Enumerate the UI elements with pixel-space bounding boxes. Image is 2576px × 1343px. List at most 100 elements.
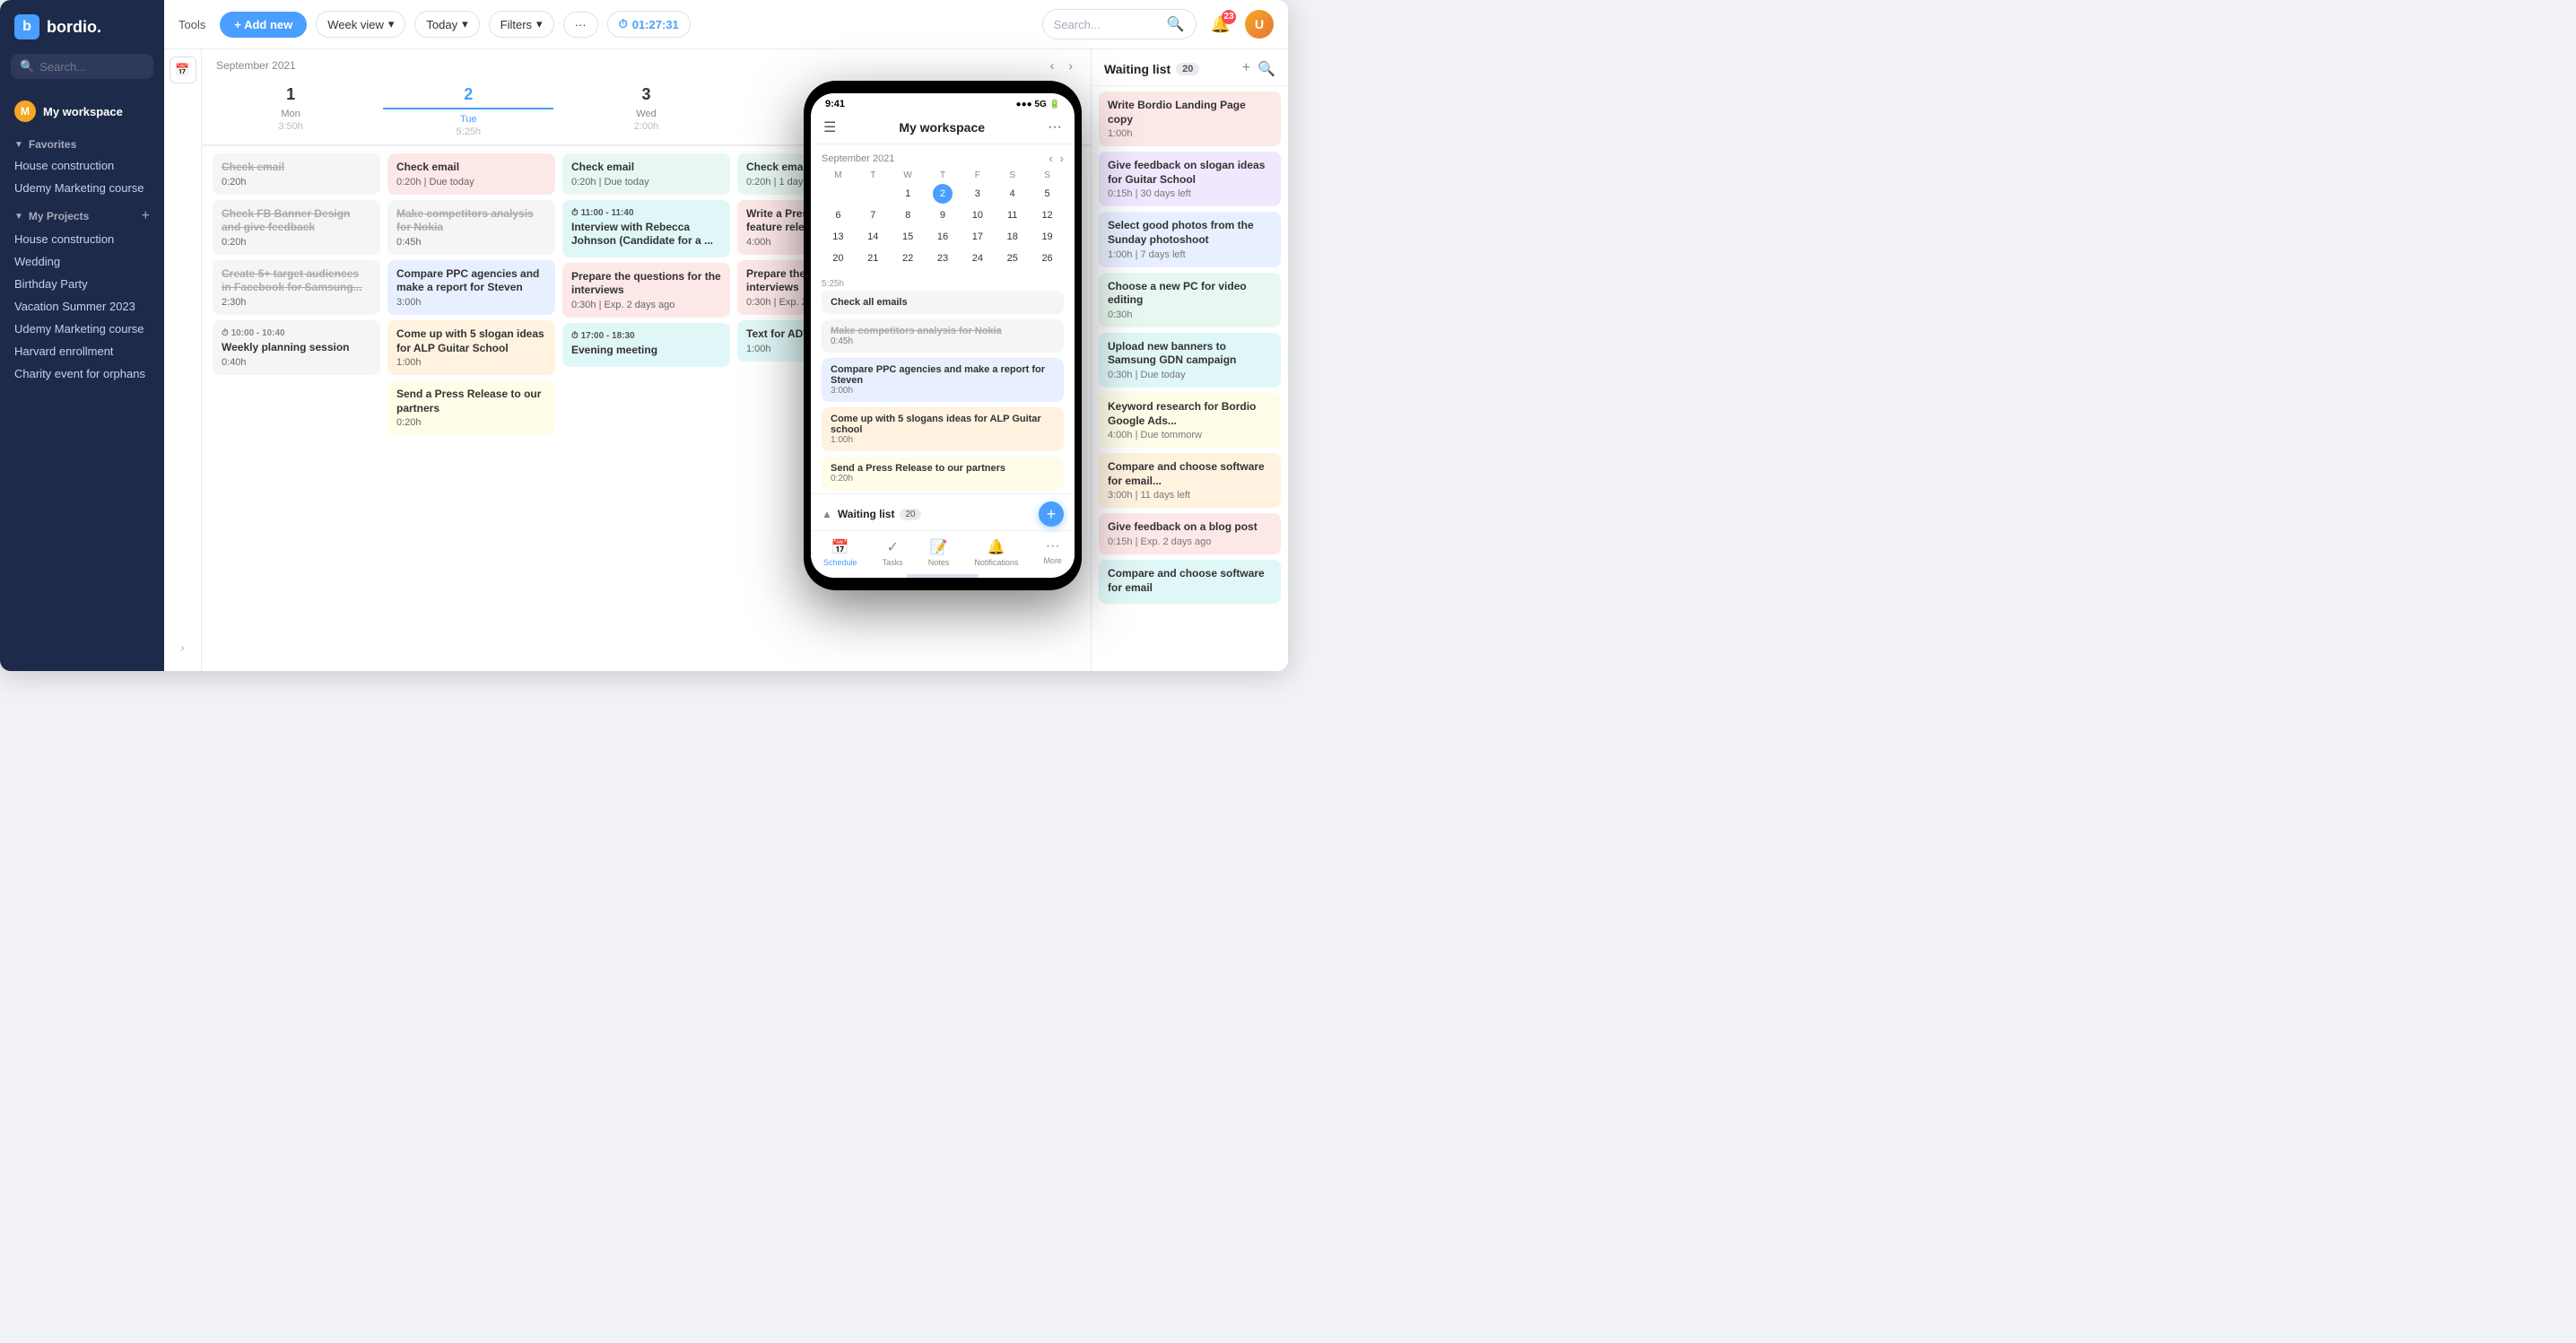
cal-cell[interactable]: 24	[968, 249, 988, 268]
cal-cell[interactable]: 3	[968, 184, 988, 204]
cal-cell[interactable]: 4	[1003, 184, 1023, 204]
hamburger-icon[interactable]: ☰	[823, 118, 836, 136]
sidebar-item-udemy-2[interactable]: Udemy Marketing course	[0, 318, 164, 340]
sidebar-item-charity[interactable]: Charity event for orphans	[0, 362, 164, 385]
phone-nav-schedule[interactable]: 📅 Schedule	[823, 538, 857, 567]
cal-cell[interactable]: 13	[828, 227, 848, 247]
calendar-icon[interactable]: 📅	[170, 57, 196, 83]
event-card[interactable]: Check email 0:20h	[213, 153, 380, 195]
cal-cell[interactable]: 21	[863, 249, 883, 268]
phone-event-time: 1:00h	[831, 435, 1055, 445]
list-item[interactable]: Compare and choose software for email...…	[1099, 453, 1281, 508]
event-card[interactable]: Check email 0:20h | Due today	[387, 153, 555, 195]
add-waiting-button[interactable]: +	[1242, 60, 1250, 78]
cal-cell[interactable]: 1	[898, 184, 918, 204]
sidebar-item-vacation[interactable]: Vacation Summer 2023	[0, 295, 164, 318]
list-item[interactable]: Choose a new PC for video editing 0:30h	[1099, 273, 1281, 327]
phone-nav-more[interactable]: ··· More	[1043, 538, 1062, 567]
user-avatar[interactable]: U	[1245, 10, 1274, 39]
my-projects-section[interactable]: ▼ My Projects +	[0, 199, 164, 228]
event-card[interactable]: Send a Press Release to our partners 0:2…	[387, 380, 555, 435]
add-new-button[interactable]: + Add new	[220, 12, 307, 38]
cal-cell[interactable]: 23	[933, 249, 953, 268]
phone-cal-prev[interactable]: ‹	[1049, 152, 1052, 165]
cal-cell[interactable]: 22	[898, 249, 918, 268]
sidebar-item-udemy-marketing[interactable]: Udemy Marketing course	[0, 177, 164, 199]
more-button[interactable]: ···	[563, 12, 598, 38]
list-item[interactable]: Keyword research for Bordio Google Ads..…	[1099, 393, 1281, 448]
phone-fab-button[interactable]: +	[1039, 501, 1064, 527]
event-card[interactable]: Come up with 5 slogan ideas for ALP Guit…	[387, 320, 555, 375]
event-card[interactable]: Make competitors analysis for Nokia 0:45…	[387, 200, 555, 255]
favorites-section[interactable]: ▼ Favorites	[0, 129, 164, 154]
sidebar-item-house-construction-2[interactable]: House construction	[0, 228, 164, 250]
list-item[interactable]: Upload new banners to Samsung GDN campai…	[1099, 333, 1281, 388]
event-card[interactable]: ⏱ 11:00 - 11:40 Interview with Rebecca J…	[562, 200, 730, 257]
search-input[interactable]	[1054, 18, 1162, 31]
cal-cell[interactable]	[828, 184, 848, 204]
cal-cell[interactable]: 5	[1038, 184, 1057, 204]
today-button[interactable]: Today ▾	[414, 11, 479, 38]
phone-event[interactable]: Make competitors analysis for Nokia 0:45…	[822, 319, 1064, 353]
list-item[interactable]: Give feedback on slogan ideas for Guitar…	[1099, 152, 1281, 206]
list-item[interactable]: Give feedback on a blog post 0:15h | Exp…	[1099, 513, 1281, 554]
event-title: ⏱ 17:00 - 18:30	[571, 330, 721, 342]
filters-button[interactable]: Filters ▾	[489, 11, 554, 38]
notifications-button[interactable]: 🔔 23	[1205, 10, 1236, 39]
sidebar-item-harvard[interactable]: Harvard enrollment	[0, 340, 164, 362]
collapse-sidebar-button[interactable]: ›	[174, 639, 192, 657]
cal-cell[interactable]: 12	[1038, 205, 1057, 225]
cal-cell[interactable]: 9	[933, 205, 953, 225]
sidebar-search-input[interactable]	[39, 60, 144, 74]
sidebar-item-birthday-party[interactable]: Birthday Party	[0, 273, 164, 295]
search-bar[interactable]: 🔍	[1042, 9, 1197, 39]
cal-cell-today[interactable]: 2	[933, 184, 953, 204]
cal-cell[interactable]: 11	[1003, 205, 1023, 225]
wl-item-title: Compare and choose software for email...	[1108, 460, 1272, 488]
cal-cell[interactable]: 8	[898, 205, 918, 225]
cal-header-t1: T	[857, 169, 890, 182]
cal-cell[interactable]: 19	[1038, 227, 1057, 247]
more-icon[interactable]: ···	[1048, 119, 1062, 135]
phone-event[interactable]: Come up with 5 slogans ideas for ALP Gui…	[822, 407, 1064, 451]
cal-cell[interactable]: 18	[1003, 227, 1023, 247]
sidebar-item-house-construction[interactable]: House construction	[0, 154, 164, 177]
cal-cell[interactable]: 10	[968, 205, 988, 225]
list-item[interactable]: Compare and choose software for email	[1099, 560, 1281, 604]
phone-cal-next[interactable]: ›	[1060, 152, 1064, 165]
event-card[interactable]: ⏱ 10:00 - 10:40 Weekly planning session …	[213, 320, 380, 375]
event-card[interactable]: ⏱ 17:00 - 18:30 Evening meeting	[562, 323, 730, 367]
cal-cell[interactable]: 6	[828, 205, 848, 225]
phone-event[interactable]: Send a Press Release to our partners 0:2…	[822, 457, 1064, 490]
event-card[interactable]: Check email 0:20h | Due today	[562, 153, 730, 195]
event-card[interactable]: Prepare the questions for the interviews…	[562, 263, 730, 318]
phone-nav-notes[interactable]: 📝 Notes	[928, 538, 950, 567]
list-item[interactable]: Write Bordio Landing Page copy 1:00h	[1099, 92, 1281, 146]
cal-cell[interactable]	[863, 184, 883, 204]
phone-event[interactable]: Check all emails	[822, 291, 1064, 314]
phone-nav-notifications[interactable]: 🔔 Notifications	[974, 538, 1018, 567]
cal-cell[interactable]: 25	[1003, 249, 1023, 268]
week-view-button[interactable]: Week view ▾	[316, 11, 405, 38]
my-workspace-item[interactable]: M My workspace	[0, 93, 164, 129]
cal-cell[interactable]: 7	[863, 205, 883, 225]
event-card[interactable]: Check FB Banner Design and give feedback…	[213, 200, 380, 255]
cal-cell[interactable]: 16	[933, 227, 953, 247]
sidebar-search[interactable]: 🔍	[11, 54, 153, 79]
sidebar-item-wedding[interactable]: Wedding	[0, 250, 164, 273]
next-week-button[interactable]: ›	[1065, 57, 1076, 74]
wl-item-title: Choose a new PC for video editing	[1108, 280, 1272, 308]
phone-nav-tasks[interactable]: ✓ Tasks	[883, 538, 903, 567]
prev-week-button[interactable]: ‹	[1047, 57, 1058, 74]
cal-cell[interactable]: 17	[968, 227, 988, 247]
cal-cell[interactable]: 26	[1038, 249, 1057, 268]
list-item[interactable]: Select good photos from the Sunday photo…	[1099, 212, 1281, 266]
event-card[interactable]: Compare PPC agencies and make a report f…	[387, 260, 555, 315]
add-project-button[interactable]: +	[142, 208, 150, 224]
cal-cell[interactable]: 15	[898, 227, 918, 247]
cal-cell[interactable]: 20	[828, 249, 848, 268]
cal-cell[interactable]: 14	[863, 227, 883, 247]
phone-event[interactable]: Compare PPC agencies and make a report f…	[822, 358, 1064, 402]
search-waiting-button[interactable]: 🔍	[1258, 60, 1275, 78]
event-card[interactable]: Create 5+ target audiences in Facebook f…	[213, 260, 380, 315]
